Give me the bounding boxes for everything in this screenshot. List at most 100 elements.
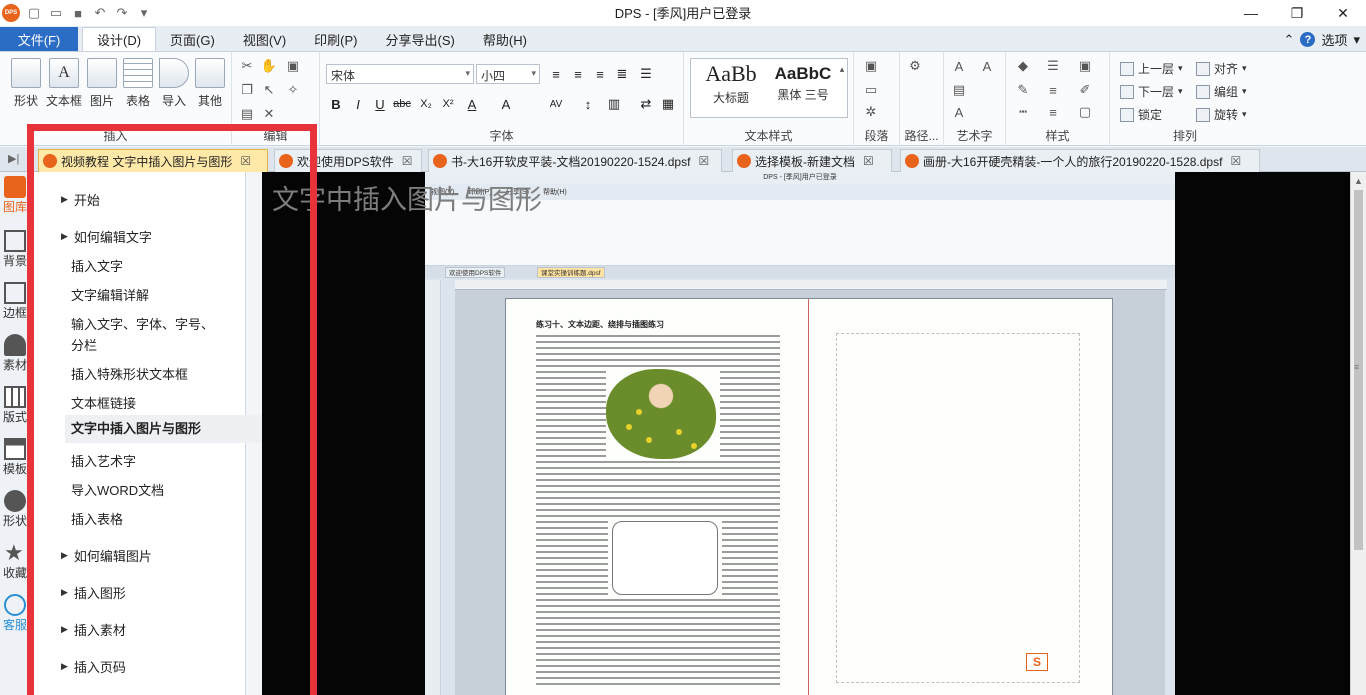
font-size-dropdown-icon[interactable]: ▾ (531, 68, 536, 79)
copy-icon[interactable]: ❐ (238, 82, 256, 98)
indent-icon[interactable]: ▭ (862, 82, 880, 98)
menu-view[interactable]: 视图(V) (229, 27, 300, 51)
pan-hand-icon[interactable]: ✋ (260, 58, 278, 74)
rail-background[interactable]: 背景 (0, 230, 27, 269)
style-title[interactable]: AaBb 大标题 (693, 61, 769, 106)
tutorial-item[interactable]: 文本框链接 (71, 393, 136, 412)
char-spacing-icon[interactable]: AV (546, 94, 566, 114)
section-edit-text[interactable]: ▶ 如何编辑文字 (61, 227, 152, 246)
menu-share-export[interactable]: 分享导出(S) (372, 27, 469, 51)
columns-icon[interactable]: ▥ (604, 94, 624, 114)
tab-close-icon[interactable]: ☒ (402, 154, 413, 168)
tutorial-item[interactable]: 输入文字、字体、字号、 (71, 314, 214, 333)
font-size-combo[interactable]: 小四 ▾ (476, 64, 540, 84)
save-icon[interactable]: ■ (70, 6, 86, 21)
dps-logo-icon[interactable]: DPS (2, 4, 20, 22)
menu-file[interactable]: 文件(F) (0, 27, 78, 51)
brush-icon[interactable]: ✐ (1076, 82, 1094, 98)
minimize-icon[interactable]: — (1228, 0, 1274, 26)
rail-support[interactable]: 客服 (0, 594, 27, 633)
line-spacing-icon[interactable]: ↕ (578, 94, 598, 114)
tutorial-item[interactable]: 文字编辑详解 (71, 285, 149, 304)
close-icon[interactable]: ✕ (1320, 0, 1366, 26)
style-heiti[interactable]: AaBbC 黑体 三号 (769, 61, 837, 103)
options-menu[interactable]: 选项 (1321, 30, 1347, 49)
tab-album-doc[interactable]: 画册-大16开硬壳精装-一个人的旅行20190220-1528.dpsf ☒ (900, 149, 1260, 172)
rect-style-icon[interactable]: ▢ (1076, 104, 1094, 120)
paragraph-icon[interactable]: ▣ (862, 58, 880, 74)
vertical-scrollbar[interactable]: ▲ ≡ (1350, 172, 1366, 695)
font-size-icon[interactable]: A (496, 94, 516, 114)
tutorial-item[interactable]: 插入艺术字 (71, 451, 136, 470)
align-center-icon[interactable]: ≡ (568, 64, 588, 84)
textbox-button[interactable]: A 文本框 (44, 58, 84, 109)
tutorial-item[interactable]: 分栏 (71, 335, 97, 354)
gallery-scroll-icon[interactable]: ▴ (837, 61, 847, 77)
menu-print[interactable]: 印刷(P) (300, 27, 371, 51)
font-name-dropdown-icon[interactable]: ▾ (465, 68, 470, 79)
new-icon[interactable]: ▢ (26, 5, 42, 21)
section-insert-shape[interactable]: ▶ 插入图形 (61, 583, 126, 602)
sidebar-toggle-icon[interactable]: ▶| (8, 152, 19, 165)
tutorial-item[interactable]: 插入表格 (71, 509, 123, 528)
section-start[interactable]: ▶ 开始 (61, 190, 100, 209)
section-insert-page-number[interactable]: ▶ 插入页码 (61, 657, 126, 676)
font-name-combo[interactable]: 宋体 ▾ (326, 64, 474, 84)
shape-button[interactable]: 形状 (6, 58, 46, 109)
undo-icon[interactable]: ↶ (92, 5, 108, 21)
picture-button[interactable]: 图片 (82, 58, 122, 109)
menu-design[interactable]: 设计(D) (82, 27, 157, 51)
tutorial-item[interactable]: 插入特殊形状文本框 (71, 364, 188, 383)
justify-icon[interactable]: ≣ (612, 64, 632, 84)
shadow-icon[interactable]: ▣ (1076, 58, 1094, 74)
rail-material[interactable]: 素材 (0, 334, 27, 373)
path-gear-icon[interactable]: ⚙ (906, 58, 924, 74)
table-button[interactable]: 表格 (118, 58, 158, 109)
font-color-icon[interactable]: A (462, 94, 482, 114)
tab-new-template[interactable]: 选择模板-新建文档 ☒ (732, 149, 892, 172)
rail-gallery[interactable]: 图库 (0, 176, 27, 215)
video-player[interactable]: DPS - [季风]用户已登录 视图(V) 印刷(P) 分享(S) 帮助(H) … (262, 172, 1350, 695)
art-text-style-icon[interactable]: A (978, 58, 996, 74)
open-icon[interactable]: ▭ (48, 5, 64, 21)
menu-help[interactable]: 帮助(H) (469, 27, 541, 51)
line-width-icon[interactable]: ≡ (1044, 82, 1062, 98)
delete-icon[interactable]: ✕ (260, 106, 278, 122)
group-button[interactable]: 编组 ▾ (1196, 83, 1247, 100)
tutorial-item[interactable]: 插入文字 (71, 256, 123, 275)
magic-wand-icon[interactable]: ✧ (284, 82, 302, 98)
underline-icon[interactable]: U (370, 94, 390, 114)
tutorial-item-selected[interactable]: 文字中插入图片与图形 (65, 415, 269, 443)
select-arrow-icon[interactable]: ↖ (260, 82, 278, 98)
align-right-icon[interactable]: ≡ (590, 64, 610, 84)
tutorial-item[interactable]: 导入WORD文档 (71, 480, 164, 499)
text-direction-icon[interactable]: ⇄ (636, 94, 656, 114)
bold-icon[interactable]: B (326, 94, 346, 114)
section-insert-material[interactable]: ▶ 插入素材 (61, 620, 126, 639)
scroll-up-icon[interactable]: ▲ (1354, 176, 1363, 186)
subscript-icon[interactable]: X₂ (416, 94, 436, 114)
rotate-button[interactable]: 旋转 ▾ (1196, 106, 1247, 123)
import-button[interactable]: 导入 (154, 58, 194, 109)
collapse-ribbon-icon[interactable]: ⌃ (1284, 32, 1295, 48)
send-backward-button[interactable]: 下一层 ▾ (1120, 83, 1183, 100)
art-text-effect-icon[interactable]: ▤ (950, 82, 968, 98)
tab-close-icon[interactable]: ☒ (863, 154, 874, 168)
rail-favorites[interactable]: ★ 收藏 (0, 542, 27, 581)
other-button[interactable]: 其他 (190, 58, 230, 109)
customize-icon[interactable]: ▾ (136, 5, 152, 21)
rail-layout[interactable]: 版式 (0, 386, 27, 425)
tab-close-icon[interactable]: ☒ (698, 154, 709, 168)
align-left-icon[interactable]: ≡ (546, 64, 566, 84)
rail-template[interactable]: 模板 (0, 438, 27, 477)
restore-icon[interactable]: ❐ (1274, 0, 1320, 26)
lock-button[interactable]: 锁定 (1120, 106, 1162, 123)
art-text-fill-icon[interactable]: A (950, 104, 968, 120)
paste-icon[interactable]: ▤ (238, 106, 256, 122)
line-style-icon[interactable]: ☰ (1044, 58, 1062, 74)
wrap-icon[interactable]: ✲ (862, 104, 880, 120)
rail-border[interactable]: 边框 (0, 282, 27, 321)
help-icon[interactable]: ? (1300, 32, 1316, 47)
redo-icon[interactable]: ↷ (114, 5, 130, 21)
fill-color-icon[interactable]: ◆ (1014, 58, 1032, 74)
